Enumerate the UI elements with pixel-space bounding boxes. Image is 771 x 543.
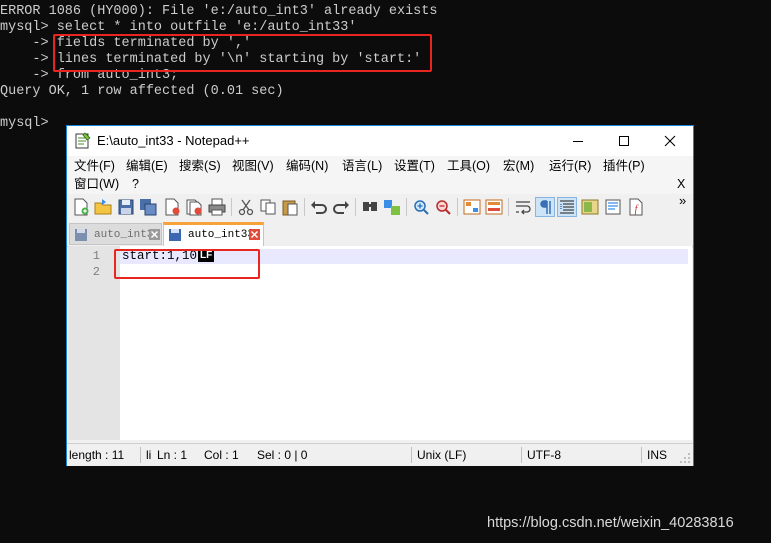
close-icon: [664, 135, 676, 147]
cut-icon[interactable]: [237, 198, 255, 216]
sync-horizontal-icon[interactable]: [485, 198, 503, 216]
console-line-result: Query OK, 1 row affected (0.01 sec): [0, 84, 284, 99]
sync-vertical-icon[interactable]: [463, 198, 481, 216]
close-button[interactable]: [647, 126, 693, 156]
status-encoding[interactable]: UTF-8: [527, 444, 561, 466]
saved-file-icon: [169, 229, 181, 241]
status-separator: [411, 447, 412, 463]
console-prompt[interactable]: mysql>: [0, 116, 57, 132]
title-bar[interactable]: E:\auto_int33 - Notepad++: [67, 126, 693, 156]
paste-icon[interactable]: [281, 198, 299, 216]
tab-auto-int3[interactable]: auto_int3: [69, 223, 162, 245]
watermark: https://blog.csdn.net/weixin_40283816: [487, 515, 734, 531]
toolbar-separator: [231, 198, 232, 216]
menu-close-document[interactable]: X: [677, 175, 685, 193]
toolbar-separator: [355, 198, 356, 216]
status-separator: [140, 447, 141, 463]
tab-close-icon[interactable]: [149, 229, 160, 240]
line-number: 2: [92, 265, 100, 279]
save-icon[interactable]: [117, 198, 135, 216]
menu-language[interactable]: 语言(L): [342, 157, 382, 175]
status-column: Col : 1: [204, 448, 239, 462]
status-line: Ln : 1: [157, 448, 188, 462]
menu-help[interactable]: ?: [132, 175, 139, 193]
highlight-box-output: [114, 249, 260, 279]
status-insert-mode: INS: [647, 448, 668, 462]
copy-icon[interactable]: [259, 198, 277, 216]
indent-guide-icon[interactable]: [557, 197, 577, 217]
replace-icon[interactable]: [383, 198, 401, 216]
maximize-button[interactable]: [601, 126, 647, 156]
menu-bar: 文件(F) 编辑(E) 搜索(S) 视图(V) 编码(N) 语言(L) 设置(T…: [67, 156, 693, 194]
show-all-characters-icon[interactable]: [535, 197, 555, 217]
menu-encoding[interactable]: 编码(N): [286, 157, 328, 175]
document-map-icon[interactable]: [581, 198, 599, 216]
undo-icon[interactable]: [310, 198, 328, 216]
menu-macro[interactable]: 宏(M): [503, 157, 534, 175]
status-li: li: [146, 448, 152, 462]
notepadpp-app-icon: [75, 132, 91, 149]
minimize-button[interactable]: [555, 126, 601, 156]
folder-workspace-icon[interactable]: f: [627, 198, 645, 216]
word-wrap-icon[interactable]: [514, 198, 532, 216]
menu-search[interactable]: 搜索(S): [179, 157, 221, 175]
menu-settings[interactable]: 设置(T): [394, 157, 435, 175]
find-icon[interactable]: [361, 198, 379, 216]
print-icon[interactable]: [208, 198, 226, 216]
menu-window[interactable]: 窗口(W): [74, 175, 119, 193]
zoom-in-icon[interactable]: [412, 198, 430, 216]
menu-file[interactable]: 文件(F): [74, 157, 115, 175]
toolbar-separator: [304, 198, 305, 216]
line-number-gutter: 1 2: [68, 246, 120, 440]
toolbar-separator: [457, 198, 458, 216]
saved-file-icon: [75, 229, 87, 241]
open-file-icon[interactable]: [94, 198, 112, 216]
save-all-icon[interactable]: [139, 198, 157, 216]
menu-plugins[interactable]: 插件(P): [603, 157, 645, 175]
status-separator: [641, 447, 642, 463]
minimize-icon: [573, 141, 583, 142]
toolbar-separator: [406, 198, 407, 216]
redo-icon[interactable]: [332, 198, 350, 216]
highlight-box-terminators: [53, 34, 432, 72]
menu-tools[interactable]: 工具(O): [447, 157, 490, 175]
tab-auto-int33[interactable]: auto_int33: [163, 222, 264, 246]
close-all-icon[interactable]: [185, 198, 203, 216]
menu-edit[interactable]: 编辑(E): [126, 157, 168, 175]
console-line-error: ERROR 1086 (HY000): File 'e:/auto_int3' …: [0, 4, 438, 19]
toolbar-overflow-icon[interactable]: »: [679, 194, 686, 208]
line-number: 1: [92, 249, 100, 263]
tab-close-icon[interactable]: [249, 229, 260, 240]
maximize-icon: [619, 136, 629, 146]
menu-run[interactable]: 运行(R): [549, 157, 591, 175]
function-list-icon[interactable]: [604, 198, 622, 216]
zoom-out-icon[interactable]: [434, 198, 452, 216]
notepadpp-window: E:\auto_int33 - Notepad++ 文件(F) 编辑(E) 搜索…: [66, 125, 694, 466]
close-file-icon[interactable]: [163, 198, 181, 216]
status-eol[interactable]: Unix (LF): [417, 444, 466, 466]
window-title: E:\auto_int33 - Notepad++: [97, 133, 250, 148]
status-length: length : 11: [69, 448, 125, 462]
toolbar: f »: [67, 194, 693, 220]
new-file-icon[interactable]: [72, 198, 90, 216]
status-selection: Sel : 0 | 0: [257, 448, 308, 462]
resize-grip-icon[interactable]: [679, 452, 691, 464]
status-separator: [521, 447, 522, 463]
menu-view[interactable]: 视图(V): [232, 157, 274, 175]
tab-bar: auto_int3 auto_int33: [67, 221, 693, 247]
status-bar: length : 11 li Ln : 1 Col : 1 Sel : 0 | …: [67, 443, 693, 466]
toolbar-separator: [508, 198, 509, 216]
